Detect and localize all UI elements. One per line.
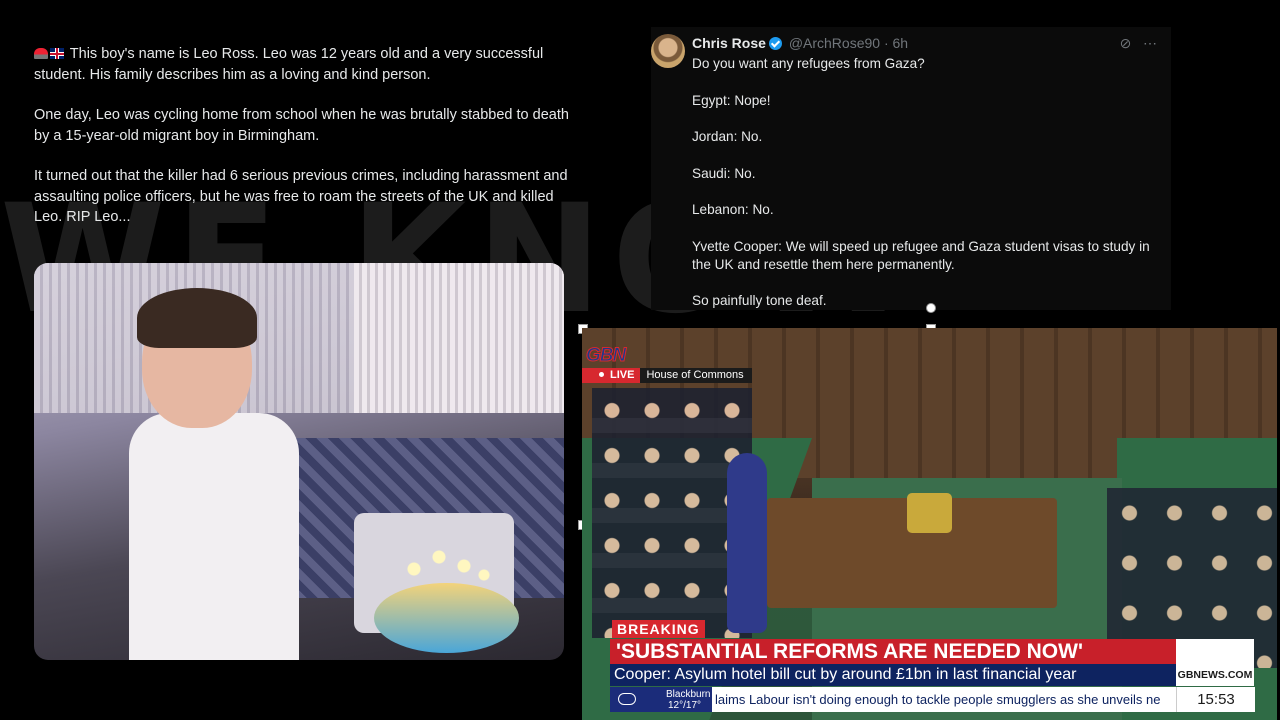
candle-flames [394,533,494,593]
location-label: House of Commons [640,368,752,383]
live-bar: LIVE House of Commons [582,368,752,383]
channel-logo: GBN [586,345,627,367]
tweet-line: Jordan: No. [692,129,763,144]
birthday-cake [374,583,519,653]
weather-widget: Blackburn 12°/17° [610,687,712,712]
news-video-frame[interactable]: GBN LIVE House of Commons BREAKING 'SUBS… [582,328,1277,720]
tweet-line: Egypt: Nope! [692,92,771,108]
weather-city: Blackburn [666,689,711,700]
speaking-minister [727,453,767,633]
headline: 'SUBSTANTIAL REFORMS ARE NEEDED NOW' [610,639,1176,664]
breaking-label: BREAKING [612,620,705,638]
post-text: This boy's name is Leo Ross. Leo was 12 … [34,44,569,228]
siren-icon [34,48,48,59]
website-label: GBNEWS.COM [1176,639,1254,686]
boy-hair [137,288,257,348]
verified-badge-icon [768,37,782,50]
post-paragraph-3: It turned out that the killer had 6 seri… [34,168,568,225]
more-icon[interactable]: ⋯ [1143,35,1157,51]
clock: 15:53 [1176,687,1255,712]
weather-temperature: 12°/17° [668,700,702,711]
tweet-line: Saudi: No. [692,165,756,181]
tweet-actions: ⊘ ⋯ [1120,35,1157,52]
live-label: LIVE [582,368,641,383]
grok-icon[interactable]: ⊘ [1120,35,1132,51]
tweet-line: Do you want any refugees from Gaza? [692,56,925,71]
post-photo[interactable] [34,263,564,660]
tweet-handle-time: @ArchRose90 · 6h [788,35,909,51]
tweet-header: Chris Rose @ArchRose90 · 6h [692,35,908,51]
tweet-line: Yvette Cooper: We will speed up refugee … [692,238,1150,272]
window [354,263,564,413]
tweet-card[interactable]: Chris Rose @ArchRose90 · 6h ⊘ ⋯ Do you w… [651,27,1171,310]
tweet-line: Lebanon: No. [692,202,774,217]
post-paragraph-2: One day, Leo was cycling home from schoo… [34,107,569,144]
post-paragraph-1-text: This boy's name is Leo Ross. Leo was 12 … [34,46,544,83]
post-paragraph-1: This boy's name is Leo Ross. Leo was 12 … [34,44,569,85]
subheadline: Cooper: Asylum hotel bill cut by around … [610,664,1180,686]
tweet-author-name[interactable]: Chris Rose [692,35,766,51]
avatar[interactable] [651,34,685,68]
cloud-icon [618,693,636,705]
boy-body [129,413,299,660]
news-ticker: laims Labour isn't doing enough to tackl… [712,687,1177,712]
left-post: This boy's name is Leo Ross. Leo was 12 … [34,44,569,248]
uk-flag-icon [50,48,64,59]
tweet-text: Do you want any refugees from Gaza? Egyp… [692,55,1167,329]
mace [907,493,952,533]
rotate-handle[interactable] [926,303,936,313]
